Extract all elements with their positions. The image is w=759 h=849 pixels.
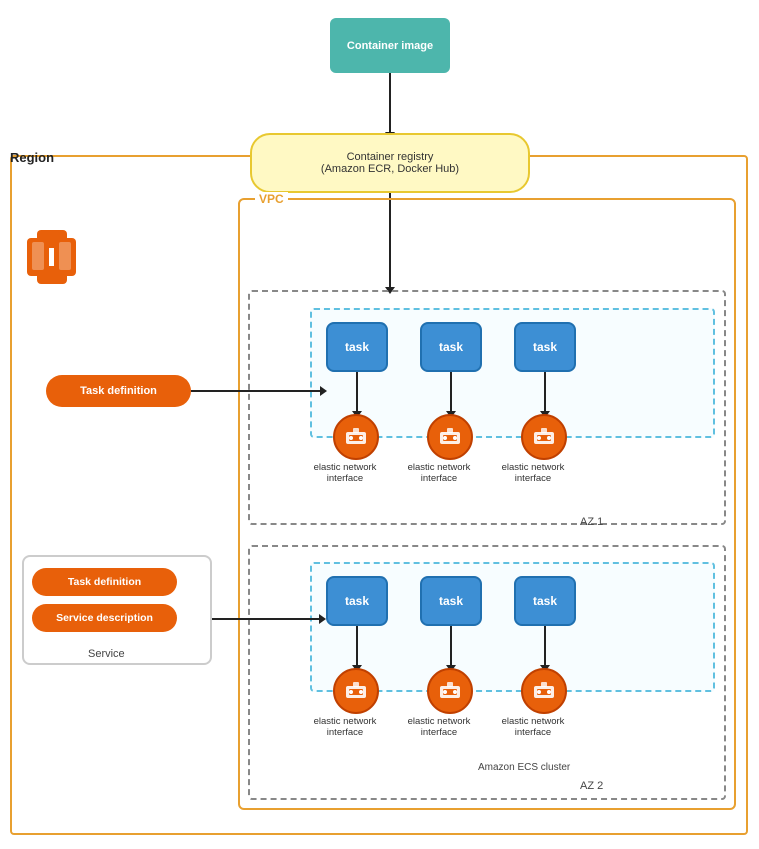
eni-az2-1 — [333, 668, 379, 714]
service-task-def-label: Task definition — [68, 576, 141, 588]
eni-az1-2 — [427, 414, 473, 460]
az2-label: AZ 2 — [580, 780, 603, 792]
eni-az1-3 — [521, 414, 567, 460]
aws-icon — [22, 230, 82, 285]
arrow-container-to-registry — [389, 73, 391, 133]
ecs-cluster-label: Amazon ECS cluster — [478, 762, 570, 773]
task-label-az2-3: task — [533, 594, 557, 608]
task-az1-3: task — [514, 322, 576, 372]
task-az2-3: task — [514, 576, 576, 626]
region-label: Region — [10, 150, 54, 165]
arrow-task3-eni3 — [544, 372, 546, 412]
task-az1-2: task — [420, 322, 482, 372]
task-label-az2-2: task — [439, 594, 463, 608]
service-description-label: Service description — [56, 612, 153, 624]
arrow-taskdef-to-az1 — [191, 390, 321, 392]
task-az2-1: task — [326, 576, 388, 626]
task-label-az2-1: task — [345, 594, 369, 608]
eni-label-az1-1: elastic networkinterface — [310, 462, 380, 484]
container-image-box: Container image — [330, 18, 450, 73]
container-registry-label: Container registry(Amazon ECR, Docker Hu… — [321, 151, 459, 175]
task-label-az1-3: task — [533, 340, 557, 354]
eni-az2-3 — [521, 668, 567, 714]
container-image-label: Container image — [347, 40, 433, 52]
eni-label-az2-2: elastic networkinterface — [404, 716, 474, 738]
eni-label-az1-2: elastic networkinterface — [404, 462, 474, 484]
eni-az2-2 — [427, 668, 473, 714]
arrow-task2-eni-az2-2 — [450, 626, 452, 666]
arrow-service-to-az2 — [212, 618, 320, 620]
task-az2-2: task — [420, 576, 482, 626]
task-label-az1-2: task — [439, 340, 463, 354]
arrow-task1-eni-az2-1 — [356, 626, 358, 666]
arrow-task2-eni2 — [450, 372, 452, 412]
task-definition-label: Task definition — [80, 385, 157, 397]
task-az1-1: task — [326, 322, 388, 372]
eni-label-az2-1: elastic networkinterface — [310, 716, 380, 738]
eni-az1-1 — [333, 414, 379, 460]
arrow-task3-eni-az2-3 — [544, 626, 546, 666]
container-registry-box: Container registry(Amazon ECR, Docker Hu… — [250, 133, 530, 193]
service-label: Service — [88, 648, 125, 660]
task-definition-button[interactable]: Task definition — [46, 375, 191, 407]
vpc-label: VPC — [255, 192, 288, 206]
service-description[interactable]: Service description — [32, 604, 177, 632]
eni-label-az1-3: elastic networkinterface — [498, 462, 568, 484]
eni-label-az2-3: elastic networkinterface — [498, 716, 568, 738]
service-task-definition[interactable]: Task definition — [32, 568, 177, 596]
az1-label: AZ 1 — [580, 516, 603, 528]
arrow-task1-eni1 — [356, 372, 358, 412]
task-label-az1-1: task — [345, 340, 369, 354]
